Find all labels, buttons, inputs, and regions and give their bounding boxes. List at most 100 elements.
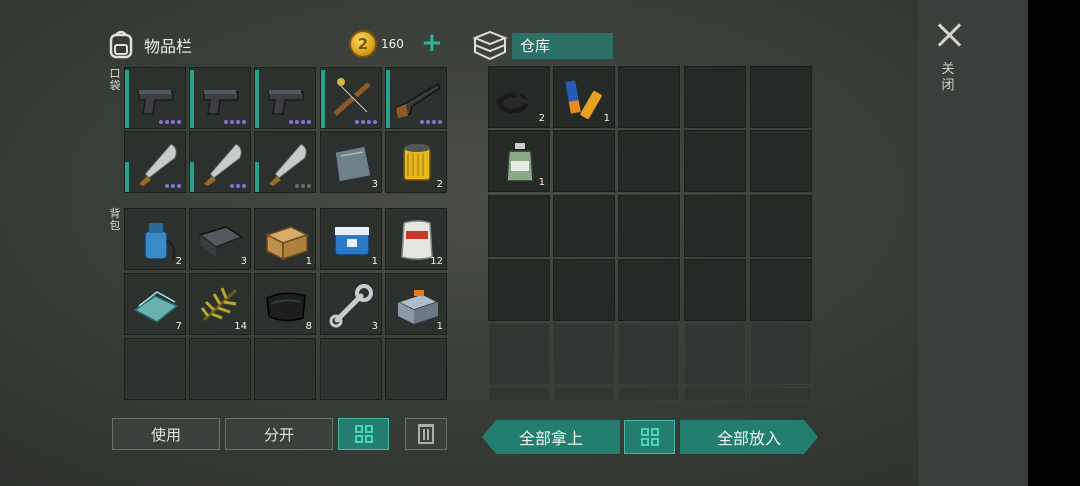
take-all-button[interactable]: 全部拿上 (482, 420, 620, 454)
grid-icon (354, 425, 373, 443)
warehouse-slot[interactable] (618, 195, 680, 257)
pocket-slot[interactable]: 3 (320, 131, 382, 193)
close-label[interactable]: 关闭 (941, 62, 955, 94)
backpack-slot[interactable]: 2 (124, 208, 186, 270)
backpack-slot[interactable] (124, 338, 186, 400)
warehouse-slot[interactable] (684, 259, 746, 321)
pocket-slot[interactable] (254, 67, 316, 129)
backpack-slot[interactable] (320, 338, 382, 400)
item-count: 3 (371, 321, 378, 332)
grid-icon (640, 428, 659, 446)
warehouse-slot[interactable] (618, 387, 680, 401)
pistol-icon (138, 90, 174, 115)
machete-icon (204, 143, 242, 186)
pocket-slot[interactable] (124, 131, 186, 193)
warehouse-slot[interactable] (750, 323, 812, 385)
pocket-slot[interactable] (320, 67, 382, 129)
crossbow-icon (333, 78, 371, 116)
warehouse-slot[interactable]: 1 (488, 130, 550, 192)
rarity-dots (355, 120, 377, 124)
warehouse-slot[interactable] (684, 130, 746, 192)
durability-bar (190, 162, 194, 192)
wooden-crate-icon (265, 226, 309, 261)
backpack-slot[interactable] (189, 338, 251, 400)
warehouse-slot[interactable] (488, 387, 550, 401)
warehouse-slot[interactable] (684, 323, 746, 385)
machete-icon (139, 143, 177, 186)
backpack-slot[interactable]: 3 (320, 273, 382, 335)
backpack-slot[interactable]: 1 (385, 273, 447, 335)
rarity-dots (289, 120, 311, 124)
pocket-slot[interactable] (189, 131, 251, 193)
split-button[interactable]: 分开 (225, 418, 333, 450)
use-button[interactable]: 使用 (112, 418, 220, 450)
warehouse-slot[interactable] (618, 323, 680, 385)
pocket-slot[interactable] (254, 131, 316, 193)
warehouse-slot[interactable] (618, 130, 680, 192)
pocket-slot[interactable] (385, 67, 447, 129)
warehouse-slot[interactable] (553, 259, 615, 321)
warehouse-slot[interactable] (618, 259, 680, 321)
backpack-slot[interactable]: 3 (189, 208, 251, 270)
pocket-slot[interactable] (124, 67, 186, 129)
delete-button[interactable] (405, 418, 447, 450)
warehouse-slot[interactable] (750, 130, 812, 192)
sort-inventory-button[interactable] (338, 418, 389, 450)
warehouse-slot[interactable] (750, 259, 812, 321)
warehouse-slot[interactable] (553, 323, 615, 385)
batteries-icon (565, 80, 602, 119)
item-count: 14 (234, 321, 247, 332)
backpack-slot[interactable] (254, 338, 316, 400)
warehouse-slot[interactable] (750, 66, 812, 128)
warehouse-icon (472, 30, 508, 62)
pistol-icon (268, 90, 304, 115)
close-icon[interactable] (936, 22, 962, 48)
backpack-slot[interactable]: 14 (189, 273, 251, 335)
trash-icon (418, 424, 434, 444)
coin-count: 160 (381, 37, 404, 51)
warehouse-slot[interactable] (488, 323, 550, 385)
pocket-slot[interactable]: 2 (385, 131, 447, 193)
warehouse-slot[interactable] (750, 387, 812, 401)
warehouse-slot[interactable] (553, 387, 615, 401)
warehouse-slot[interactable] (684, 66, 746, 128)
toolbox-icon (396, 290, 440, 324)
add-coins-button[interactable]: + (421, 30, 443, 56)
warehouse-slot[interactable] (684, 195, 746, 257)
item-count: 1 (305, 256, 312, 267)
backpack-slot[interactable] (385, 338, 447, 400)
warehouse-slot[interactable]: 2 (488, 66, 550, 128)
backpack-slot[interactable]: 8 (254, 273, 316, 335)
backpack-slot[interactable]: 1 (320, 208, 382, 270)
cooler-icon (334, 227, 370, 256)
item-count: 3 (240, 256, 247, 267)
item-count: 1 (371, 256, 378, 267)
backpack-slot[interactable]: 12 (385, 208, 447, 270)
warehouse-slot[interactable] (553, 195, 615, 257)
warehouse-slot[interactable] (553, 130, 615, 192)
durability-bar (255, 70, 259, 128)
backpack-slot[interactable]: 1 (254, 208, 316, 270)
item-count: 3 (371, 179, 378, 190)
warehouse-slot[interactable] (684, 387, 746, 401)
item-count: 7 (175, 321, 182, 332)
rubber-sheet-icon (266, 292, 306, 322)
take-all-label: 全部拿上 (518, 429, 583, 448)
backpack-slot[interactable]: 7 (124, 273, 186, 335)
inventory-title: 物品栏 (144, 37, 193, 56)
sort-warehouse-button[interactable] (624, 420, 675, 454)
pocket-slot[interactable] (189, 67, 251, 129)
warehouse-slot[interactable] (618, 66, 680, 128)
gaskets-icon (497, 86, 542, 114)
warehouse-slot[interactable] (750, 195, 812, 257)
item-count: 2 (175, 256, 182, 267)
item-count: 2 (436, 179, 443, 190)
warehouse-slot[interactable]: 1 (553, 66, 615, 128)
oil-filter-icon (403, 144, 431, 181)
backpack-label: 背包 (109, 207, 121, 232)
warehouse-slot[interactable] (488, 195, 550, 257)
put-all-button[interactable]: 全部放入 (680, 420, 818, 454)
item-count: 8 (305, 321, 312, 332)
warehouse-header: 仓库 (472, 30, 613, 62)
warehouse-slot[interactable] (488, 259, 550, 321)
